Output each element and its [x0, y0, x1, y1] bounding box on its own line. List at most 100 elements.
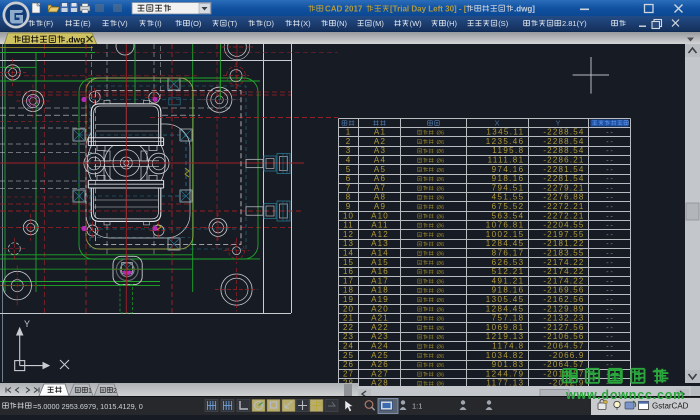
svg-text:-2276.88: -2276.88 — [543, 193, 584, 202]
svg-text:974.16: 974.16 — [492, 165, 525, 174]
svg-text:-2127.56: -2127.56 — [543, 323, 584, 332]
svg-text:7: 7 — [346, 183, 351, 192]
svg-text:Ø6: Ø6 — [437, 335, 445, 341]
svg-text:6: 6 — [346, 174, 351, 183]
svg-text:Y: Y — [24, 319, 30, 329]
svg-text:Ø6: Ø6 — [437, 354, 445, 360]
svg-text:1219.13: 1219.13 — [486, 332, 525, 341]
svg-text:1284.45: 1284.45 — [486, 239, 525, 248]
svg-text:Ø6: Ø6 — [437, 298, 445, 304]
svg-text:A26: A26 — [371, 360, 389, 369]
svg-text:757.18: 757.18 — [492, 314, 525, 323]
svg-text:Ø6: Ø6 — [437, 242, 445, 248]
svg-text:Ø6: Ø6 — [437, 261, 445, 267]
svg-text:-2281.54: -2281.54 — [543, 165, 584, 174]
svg-text:- -: - - — [606, 288, 613, 295]
svg-text:- -: - - — [606, 176, 613, 183]
svg-text:20: 20 — [343, 304, 354, 313]
svg-text:1069.81: 1069.81 — [486, 323, 525, 332]
svg-text:- -: - - — [606, 148, 613, 155]
svg-text:- -: - - — [606, 167, 613, 174]
svg-text:- -: - - — [606, 130, 613, 137]
svg-text:A17: A17 — [371, 276, 389, 285]
svg-text:- -: - - — [606, 158, 613, 165]
svg-text:3: 3 — [346, 146, 351, 155]
svg-text:A24: A24 — [371, 342, 389, 351]
svg-text:A10: A10 — [371, 211, 389, 220]
svg-text:2: 2 — [346, 137, 351, 146]
svg-text:A23: A23 — [371, 332, 389, 341]
svg-text:1177.13: 1177.13 — [486, 379, 524, 386]
svg-text:.dwg: .dwg — [66, 35, 85, 45]
svg-text:563.54: 563.54 — [492, 211, 525, 220]
svg-text:-2279.21: -2279.21 — [543, 183, 584, 192]
svg-text:626.53: 626.53 — [492, 258, 525, 267]
svg-text:Ø6: Ø6 — [437, 168, 445, 174]
svg-text:1235.46: 1235.46 — [486, 137, 525, 146]
svg-text:918.16: 918.16 — [492, 174, 525, 183]
svg-text:675.52: 675.52 — [492, 202, 525, 211]
svg-text:- -: - - — [606, 316, 613, 323]
svg-text:(O): (O) — [191, 19, 202, 28]
svg-text:1:1: 1:1 — [412, 402, 422, 411]
svg-text:A19: A19 — [371, 295, 389, 304]
svg-text:[Trial Day Left 30] - [: [Trial Day Left 30] - [ — [390, 5, 467, 14]
svg-text:-2169.56: -2169.56 — [543, 286, 584, 295]
svg-text:A4: A4 — [374, 156, 386, 165]
svg-text:24: 24 — [343, 342, 354, 351]
svg-text:Ø6: Ø6 — [437, 186, 445, 192]
svg-text:- -: - - — [606, 334, 613, 341]
svg-text:Ø6: Ø6 — [437, 205, 445, 211]
svg-text:Ø6: Ø6 — [437, 279, 445, 285]
svg-text:-2174.22: -2174.22 — [543, 267, 584, 276]
svg-text:Ø6: Ø6 — [437, 307, 445, 313]
svg-text:Ø6: Ø6 — [437, 149, 445, 155]
svg-text:Ø6: Ø6 — [437, 140, 445, 146]
svg-text:Ø6: Ø6 — [437, 224, 445, 230]
svg-text:Ø6: Ø6 — [437, 289, 445, 295]
svg-text:-2288.54: -2288.54 — [543, 128, 584, 137]
svg-text:901.83: 901.83 — [492, 360, 525, 369]
svg-text:X: X — [494, 118, 499, 127]
svg-text:918.16: 918.16 — [492, 286, 525, 295]
svg-text:14: 14 — [343, 249, 354, 258]
svg-text:17: 17 — [343, 276, 354, 285]
svg-text:-2286.21: -2286.21 — [543, 156, 584, 165]
svg-text:1: 1 — [88, 388, 92, 395]
svg-text:.dwg]: .dwg] — [514, 5, 535, 14]
svg-text:Ø6: Ø6 — [437, 131, 445, 137]
svg-text:22: 22 — [343, 323, 354, 332]
svg-text:Ø6: Ø6 — [437, 270, 445, 276]
svg-text:Ø6: Ø6 — [437, 159, 445, 165]
svg-text:-2272.21: -2272.21 — [543, 211, 584, 220]
svg-text:-2181.22: -2181.22 — [543, 239, 584, 248]
svg-text:- -: - - — [606, 306, 613, 313]
svg-text:1174.8: 1174.8 — [492, 342, 524, 351]
svg-text:(T): (T) — [228, 19, 238, 28]
svg-text:A11: A11 — [371, 221, 388, 230]
svg-text:- -: - - — [606, 139, 613, 146]
svg-text:(M): (M) — [373, 19, 385, 28]
svg-text:(W): (W) — [410, 19, 423, 28]
svg-text:-2174.22: -2174.22 — [543, 258, 584, 267]
svg-text:- -: - - — [606, 213, 613, 220]
svg-text:A22: A22 — [371, 323, 389, 332]
svg-text:1284.45: 1284.45 — [486, 304, 525, 313]
svg-text:A28: A28 — [371, 379, 389, 386]
svg-text:12: 12 — [343, 230, 354, 239]
svg-text:Ø6: Ø6 — [437, 326, 445, 332]
svg-text:Ø6: Ø6 — [437, 196, 445, 202]
svg-text:-2064.57: -2064.57 — [543, 342, 584, 351]
svg-text:1111.81: 1111.81 — [488, 156, 525, 165]
svg-text:=5.0000 2953.6979, 1015.4129,: =5.0000 2953.6979, 1015.4129, 0 — [33, 402, 143, 411]
svg-text:8: 8 — [346, 193, 351, 202]
svg-text:Ø6: Ø6 — [437, 177, 445, 183]
svg-text:-2183.55: -2183.55 — [543, 249, 584, 258]
svg-text:- -: - - — [606, 325, 613, 332]
svg-text:-2132.23: -2132.23 — [543, 314, 584, 323]
svg-text:(H): (H) — [447, 19, 458, 28]
svg-text:-2288.54: -2288.54 — [543, 137, 584, 146]
svg-text:(S): (S) — [498, 19, 509, 28]
svg-text:876.17: 876.17 — [492, 249, 525, 258]
svg-text:1305.45: 1305.45 — [486, 295, 525, 304]
